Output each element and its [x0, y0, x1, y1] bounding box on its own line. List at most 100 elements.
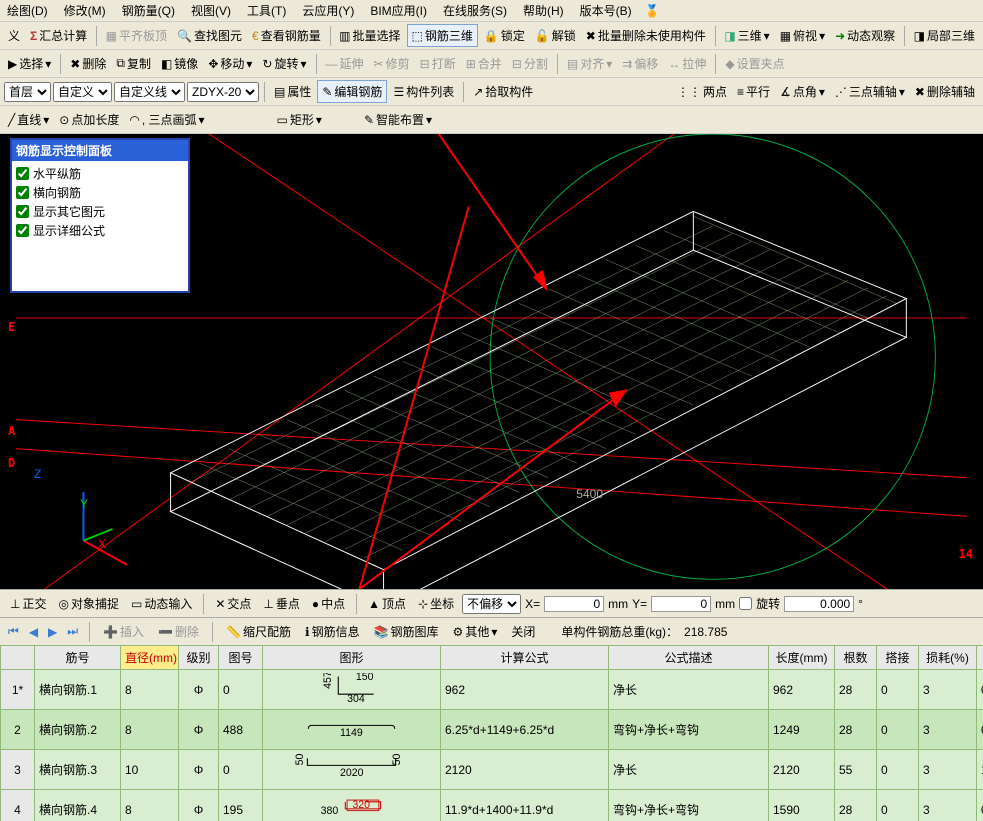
- cell-wt[interactable]: 1.3: [977, 750, 983, 790]
- menu-online[interactable]: 在线服务(S): [440, 1, 510, 20]
- batch-delete-button[interactable]: ✖ 批量删除未使用构件: [582, 25, 710, 46]
- col-fig[interactable]: 图号: [219, 646, 263, 670]
- chk-show-formula[interactable]: 显示详细公式: [16, 222, 184, 239]
- smart-button[interactable]: ✎ 智能布置 ▾: [360, 109, 436, 130]
- cell-name[interactable]: 横向钢筋.4: [35, 790, 121, 821]
- cell-cnt[interactable]: 28: [835, 710, 877, 750]
- cell-loss[interactable]: 3: [919, 750, 977, 790]
- del-axis-button[interactable]: ✖ 删除辅轴: [911, 81, 979, 102]
- cell-name[interactable]: 横向钢筋.2: [35, 710, 121, 750]
- cell-name[interactable]: 横向钢筋.1: [35, 670, 121, 710]
- lock-button[interactable]: 🔒 锁定: [480, 25, 529, 46]
- menu-help[interactable]: 帮助(H): [520, 1, 567, 20]
- cell-grade[interactable]: Φ: [179, 710, 219, 750]
- rebar-table[interactable]: 筋号 直径(mm) 级别 图号 图形 计算公式 公式描述 长度(mm) 根数 搭…: [0, 645, 983, 821]
- summary-button[interactable]: Σ 汇总计算: [26, 25, 91, 46]
- cell-formula[interactable]: 11.9*d+1400+11.9*d: [441, 790, 609, 821]
- cell-loss[interactable]: 3: [919, 710, 977, 750]
- cell-lap[interactable]: 0: [877, 790, 919, 821]
- look-button[interactable]: ▦ 俯视 ▾: [776, 25, 829, 46]
- move-button[interactable]: ✥ 移动 ▾: [204, 53, 256, 74]
- nav-last[interactable]: ⏭: [65, 624, 80, 639]
- cell-wt[interactable]: 0.6: [977, 790, 983, 821]
- cell-formula[interactable]: 962: [441, 670, 609, 710]
- cell-lap[interactable]: 0: [877, 710, 919, 750]
- menu-view[interactable]: 视图(V): [188, 1, 234, 20]
- cell-fig[interactable]: 0: [219, 750, 263, 790]
- parallel-button[interactable]: ≡ 平行: [733, 81, 774, 102]
- viewport-3d[interactable]: 钢筋显示控制面板 水平纵筋 横向钢筋 显示其它图元 显示详细公式: [0, 134, 983, 589]
- table-row[interactable]: 2横向钢筋.28Φ48811496.25*d+1149+6.25*d弯钩+净长+…: [1, 710, 983, 750]
- cell-dia[interactable]: 8: [121, 710, 179, 750]
- offset-mode-select[interactable]: 不偏移: [462, 594, 521, 614]
- dyn-input-button[interactable]: ▭ 动态输入: [127, 593, 196, 614]
- find-button[interactable]: 🔍 查找图元: [173, 25, 246, 46]
- three-pt-axis-button[interactable]: ⋰ 三点辅轴 ▾: [831, 81, 909, 102]
- cell-formula[interactable]: 2120: [441, 750, 609, 790]
- trim-button[interactable]: ✂ 修剪: [370, 53, 414, 74]
- cell-fig[interactable]: 195: [219, 790, 263, 821]
- edit-rebar-button[interactable]: ✎ 编辑钢筋: [317, 80, 387, 103]
- nav-prev[interactable]: ◀: [27, 625, 40, 639]
- cell-cnt[interactable]: 28: [835, 790, 877, 821]
- define-button[interactable]: 义: [4, 25, 24, 46]
- insert-row-button[interactable]: ➕ 插入: [99, 621, 148, 642]
- col-loss[interactable]: 损耗(%): [919, 646, 977, 670]
- cell-len[interactable]: 2120: [769, 750, 835, 790]
- cell-loss[interactable]: 3: [919, 670, 977, 710]
- cell-grade[interactable]: Φ: [179, 670, 219, 710]
- cell-desc[interactable]: 弯钩+净长+弯钩: [609, 710, 769, 750]
- ortho-button[interactable]: ⊥ 正交: [6, 593, 50, 614]
- nav-first[interactable]: ⏮: [6, 624, 21, 639]
- batch-select-button[interactable]: ▥ 批量选择: [335, 25, 404, 46]
- cell-loss[interactable]: 3: [919, 790, 977, 821]
- col-cnt[interactable]: 根数: [835, 646, 877, 670]
- osnap-button[interactable]: ◎ 对象捕捉: [54, 593, 123, 614]
- point-angle-button[interactable]: ∡ 点角 ▾: [776, 81, 829, 102]
- menu-draw[interactable]: 绘图(D): [4, 1, 51, 20]
- merge-button[interactable]: ⊞ 合并: [462, 53, 506, 74]
- cell-fig[interactable]: 488: [219, 710, 263, 750]
- cell-formula[interactable]: 6.25*d+1149+6.25*d: [441, 710, 609, 750]
- cell-dia[interactable]: 8: [121, 790, 179, 821]
- pick-button[interactable]: ↗ 拾取构件: [469, 81, 537, 102]
- rebar-3d-button[interactable]: ⬚ 钢筋三维: [407, 24, 478, 47]
- mid-button[interactable]: ● 中点: [308, 593, 349, 614]
- col-name[interactable]: 筋号: [35, 646, 121, 670]
- col-blank[interactable]: [1, 646, 35, 670]
- col-wt[interactable]: 单: [977, 646, 983, 670]
- angle-input[interactable]: 0.000: [784, 596, 854, 612]
- cell-cnt[interactable]: 28: [835, 670, 877, 710]
- table-row[interactable]: 3横向钢筋.310Φ0505020202120净长212055031.3: [1, 750, 983, 790]
- 3d-button[interactable]: ◨ 三维 ▾: [720, 25, 773, 46]
- col-desc[interactable]: 公式描述: [609, 646, 769, 670]
- inter-button[interactable]: ✕ 交点: [211, 593, 255, 614]
- other-button[interactable]: ⚙ 其他 ▾: [449, 621, 502, 642]
- delete-button[interactable]: ✖ 删除: [66, 53, 110, 74]
- chk-horiz-long[interactable]: 水平纵筋: [16, 165, 184, 182]
- table-row[interactable]: 1*横向钢筋.18Φ0150457304962净长96228030.3: [1, 670, 983, 710]
- pt-len-button[interactable]: ⊙ 点加长度: [55, 109, 123, 130]
- line-button[interactable]: ╱ 直线 ▾: [4, 109, 53, 130]
- col-lap[interactable]: 搭接: [877, 646, 919, 670]
- cell-dia[interactable]: 8: [121, 670, 179, 710]
- coord-button[interactable]: ⊹ 坐标: [414, 593, 458, 614]
- col-len[interactable]: 长度(mm): [769, 646, 835, 670]
- apex-button[interactable]: ▲ 顶点: [364, 593, 410, 614]
- select-button[interactable]: ▶ 选择 ▾: [4, 53, 55, 74]
- cell-lap[interactable]: 0: [877, 670, 919, 710]
- cell-wt[interactable]: 0.3: [977, 670, 983, 710]
- col-shape[interactable]: 图形: [263, 646, 441, 670]
- unlock-button[interactable]: 🔓 解锁: [531, 25, 580, 46]
- close-button[interactable]: 关闭: [507, 621, 539, 642]
- subcat-select[interactable]: 自定义线: [114, 82, 185, 102]
- rotate-button[interactable]: ↻ 旋转 ▾: [258, 53, 310, 74]
- set-grip-button[interactable]: ◆ 设置夹点: [721, 53, 788, 74]
- cell-lap[interactable]: 0: [877, 750, 919, 790]
- code-select[interactable]: ZDYX-20: [187, 82, 259, 102]
- cell-grade[interactable]: Φ: [179, 790, 219, 821]
- cell-name[interactable]: 横向钢筋.3: [35, 750, 121, 790]
- align-button[interactable]: ▤ 对齐 ▾: [563, 53, 616, 74]
- cell-len[interactable]: 1249: [769, 710, 835, 750]
- col-grade[interactable]: 级别: [179, 646, 219, 670]
